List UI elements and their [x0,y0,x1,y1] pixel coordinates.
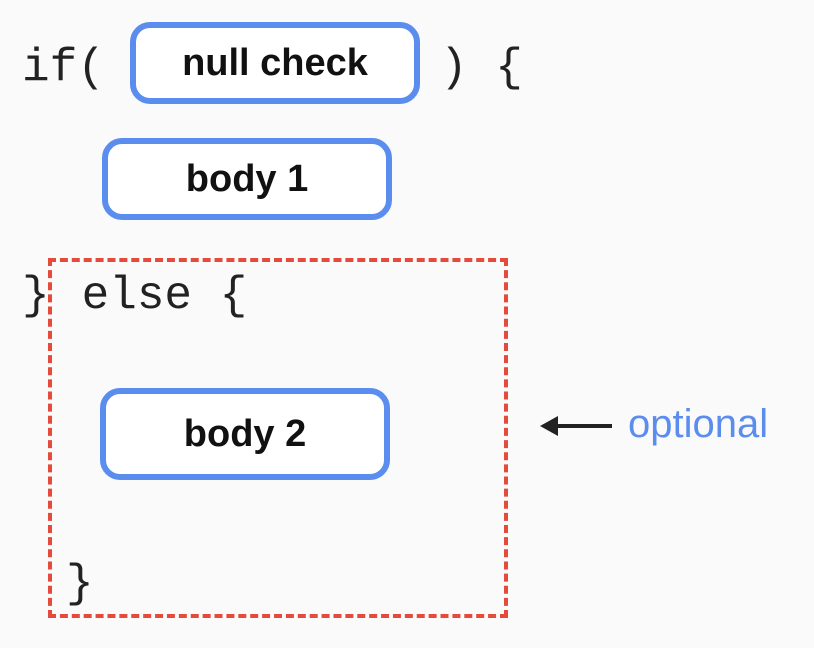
code-close-brace-1: } [22,270,50,322]
code-if-open: if( [22,42,105,94]
box-null-check-label: null check [182,42,368,85]
box-body2: body 2 [100,388,390,480]
box-body1-label: body 1 [186,158,308,201]
code-final-brace: } [66,558,94,610]
code-else: else { [54,270,247,322]
code-if-close: ) { [440,42,523,94]
diagram-canvas: if( null check ) { body 1 } else { body … [0,0,814,648]
box-body1: body 1 [102,138,392,220]
arrow-line [556,424,612,428]
annotation-optional: optional [628,402,768,447]
box-null-check: null check [130,22,420,104]
box-body2-label: body 2 [184,413,306,456]
